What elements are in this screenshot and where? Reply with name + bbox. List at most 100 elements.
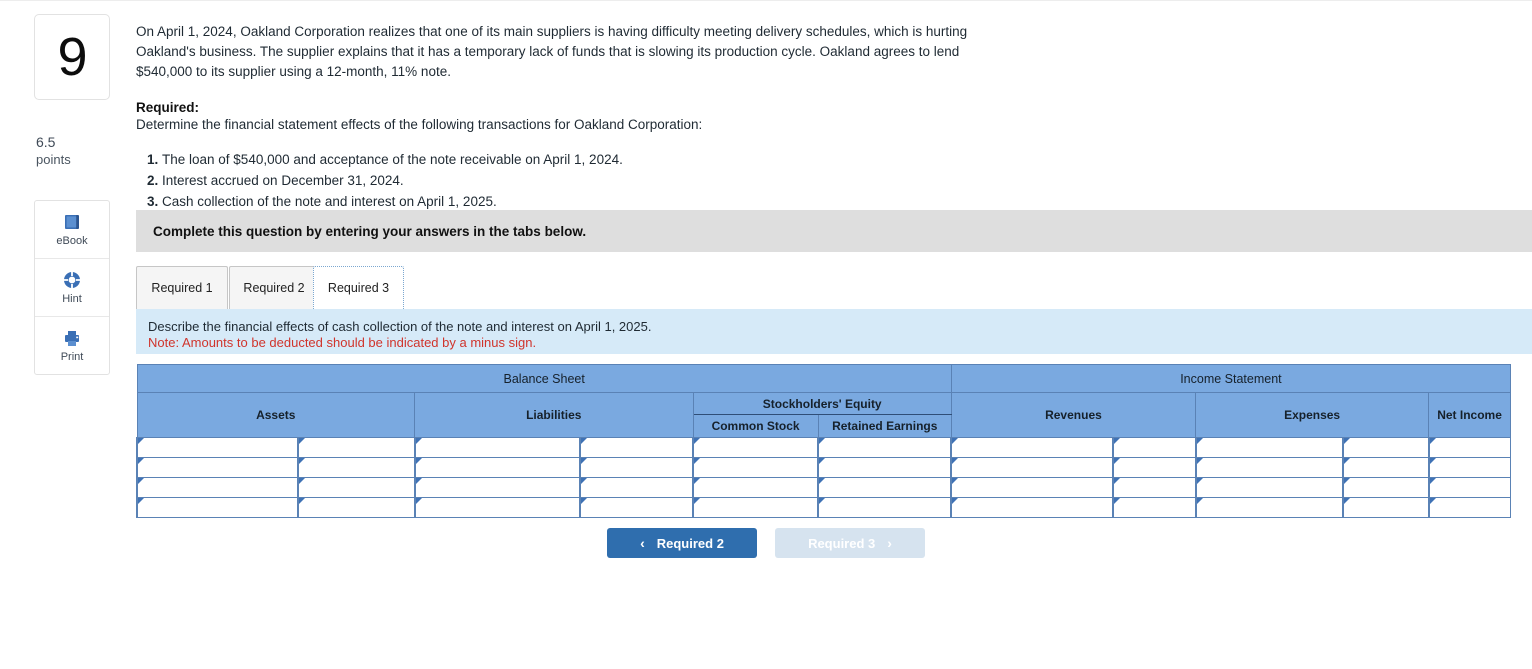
- table-body: [135, 437, 1511, 518]
- prev-required-button[interactable]: ‹ Required 2: [607, 528, 757, 558]
- cell-net-income[interactable]: [1427, 437, 1511, 458]
- cell-net-income[interactable]: [1427, 457, 1511, 478]
- list-item: Interest accrued on December 31, 2024.: [162, 170, 1532, 191]
- tab-required-3[interactable]: Required 3: [313, 266, 404, 309]
- chevron-right-icon: ›: [887, 535, 892, 551]
- cell-revenues-value[interactable]: [1111, 457, 1197, 478]
- group-header-income-statement: Income Statement: [950, 364, 1512, 393]
- cell-common-stock[interactable]: [692, 477, 819, 498]
- cell-assets-value[interactable]: [297, 437, 416, 458]
- cell-expenses-label[interactable]: [1194, 437, 1344, 458]
- ebook-label: eBook: [56, 235, 88, 247]
- hint-label: Hint: [62, 293, 82, 305]
- cell-revenues-value[interactable]: [1111, 497, 1197, 518]
- next-required-button[interactable]: Required 3 ›: [775, 528, 925, 558]
- cell-revenues-label[interactable]: [950, 477, 1114, 498]
- cell-assets-label[interactable]: [135, 457, 299, 478]
- problem-body: On April 1, 2024, Oakland Corporation re…: [136, 22, 1532, 212]
- cell-liabilities-value[interactable]: [578, 457, 694, 478]
- cell-net-income[interactable]: [1427, 477, 1511, 498]
- table-row: [135, 477, 1511, 498]
- cell-assets-label[interactable]: [135, 477, 299, 498]
- ebook-icon: [62, 212, 82, 232]
- problem-stem: On April 1, 2024, Oakland Corporation re…: [136, 24, 968, 79]
- cell-assets-value[interactable]: [297, 477, 416, 498]
- tab-required-2[interactable]: Required 2: [229, 266, 319, 309]
- required-list: The loan of $540,000 and acceptance of t…: [136, 149, 1532, 212]
- instructions-banner: Complete this question by entering your …: [136, 210, 1532, 252]
- cell-common-stock[interactable]: [692, 457, 819, 478]
- column-header-net-income: Net Income: [1428, 392, 1511, 438]
- cell-liabilities-value[interactable]: [578, 437, 694, 458]
- instructions-banner-text: Complete this question by entering your …: [153, 223, 587, 239]
- cell-expenses-value[interactable]: [1341, 457, 1430, 478]
- cell-expenses-label[interactable]: [1194, 477, 1344, 498]
- tab-instructions: Describe the financial effects of cash c…: [136, 309, 1532, 354]
- cell-expenses-value[interactable]: [1341, 477, 1430, 498]
- cell-retained-earnings[interactable]: [817, 457, 952, 478]
- cell-revenues-label[interactable]: [950, 457, 1114, 478]
- subcolumn-header-retained-earnings: Retained Earnings: [817, 414, 952, 438]
- tab-instruction-note: Note: Amounts to be deducted should be i…: [148, 335, 537, 350]
- group-header-balance-sheet: Balance Sheet: [136, 364, 952, 393]
- cell-liabilities-label[interactable]: [413, 457, 581, 478]
- cell-expenses-value[interactable]: [1341, 437, 1430, 458]
- cell-assets-label[interactable]: [135, 437, 299, 458]
- cell-liabilities-value[interactable]: [578, 477, 694, 498]
- print-label: Print: [60, 351, 84, 363]
- financial-effects-table: Balance Sheet Income Statement Assets Li…: [135, 364, 1512, 518]
- cell-revenues-label[interactable]: [950, 497, 1114, 518]
- cell-liabilities-label[interactable]: [413, 477, 581, 498]
- tab-required-3-label: Required 3: [327, 281, 390, 295]
- tab-required-2-label: Required 2: [243, 281, 305, 295]
- cell-expenses-value[interactable]: [1341, 497, 1430, 518]
- cell-assets-value[interactable]: [297, 457, 416, 478]
- lifebuoy-icon: [62, 270, 82, 290]
- list-item: Cash collection of the note and interest…: [162, 191, 1532, 212]
- printer-icon: [62, 328, 82, 348]
- table-column-header-row: Assets Liabilities Stockholders' Equity …: [136, 392, 1511, 438]
- table-group-header-row: Balance Sheet Income Statement: [136, 364, 1512, 393]
- cell-revenues-value[interactable]: [1111, 477, 1197, 498]
- cell-common-stock[interactable]: [692, 497, 819, 518]
- cell-liabilities-label[interactable]: [413, 437, 581, 458]
- cell-revenues-value[interactable]: [1111, 437, 1197, 458]
- chevron-left-icon: ‹: [640, 535, 645, 551]
- tab-required-1[interactable]: Required 1: [136, 266, 228, 309]
- question-rail: 9 6.5 points eBook Hint Print: [34, 14, 110, 375]
- hint-button[interactable]: Hint: [35, 259, 109, 317]
- tab-instruction-line: Describe the financial effects of cash c…: [148, 319, 652, 334]
- cell-revenues-label[interactable]: [950, 437, 1114, 458]
- print-button[interactable]: Print: [35, 317, 109, 374]
- points-label: points: [36, 152, 71, 167]
- column-header-revenues: Revenues: [950, 392, 1197, 438]
- column-header-liabilities: Liabilities: [414, 392, 694, 438]
- required-heading: Required:: [136, 100, 200, 115]
- cell-liabilities-label[interactable]: [413, 497, 581, 518]
- tab-required-1-label: Required 1: [151, 281, 213, 295]
- points-block: 6.5 points: [34, 134, 110, 168]
- question-page: 9 6.5 points eBook Hint Print On April 1…: [0, 0, 1532, 669]
- column-header-assets: Assets: [136, 392, 415, 438]
- cell-net-income[interactable]: [1427, 497, 1511, 518]
- ebook-button[interactable]: eBook: [35, 201, 109, 259]
- tool-panel: eBook Hint Print: [34, 200, 110, 375]
- table-row: [135, 437, 1511, 458]
- tab-navigation: ‹ Required 2 Required 3 ›: [0, 528, 1532, 558]
- required-subtext: Determine the financial statement effect…: [136, 117, 703, 132]
- cell-liabilities-value[interactable]: [578, 497, 694, 518]
- cell-assets-label[interactable]: [135, 497, 299, 518]
- subcolumn-header-common-stock: Common Stock: [692, 414, 819, 438]
- question-number-box: 9: [34, 14, 110, 100]
- cell-assets-value[interactable]: [297, 497, 416, 518]
- cell-common-stock[interactable]: [692, 437, 819, 458]
- cell-expenses-label[interactable]: [1194, 497, 1344, 518]
- cell-retained-earnings[interactable]: [817, 477, 952, 498]
- question-number: 9: [57, 27, 87, 87]
- cell-expenses-label[interactable]: [1194, 457, 1344, 478]
- top-divider: [0, 0, 1532, 1]
- column-header-stockholders-equity: Stockholders' Equity: [692, 392, 952, 415]
- cell-retained-earnings[interactable]: [817, 497, 952, 518]
- cell-retained-earnings[interactable]: [817, 437, 952, 458]
- column-header-expenses: Expenses: [1195, 392, 1430, 438]
